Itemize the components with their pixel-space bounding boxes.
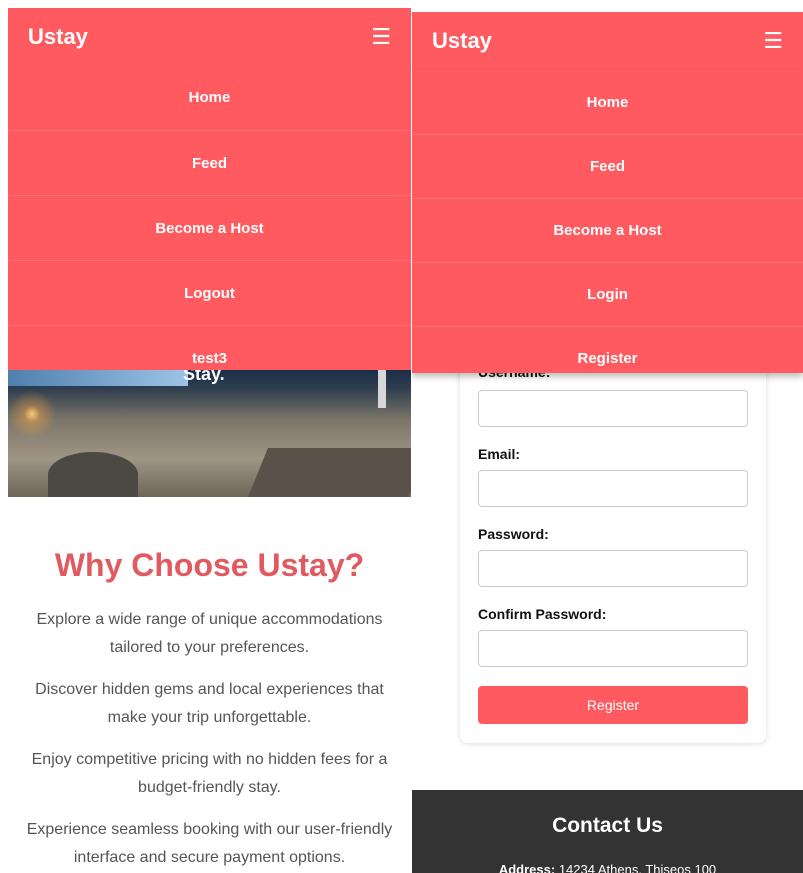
nav-menu: Home Feed Become a Host Logout test3 bbox=[8, 65, 411, 370]
why-title: Why Choose Ustay? bbox=[54, 547, 365, 583]
left-screen: Stay. Why Choose Ustay? Explore a wide r… bbox=[8, 0, 411, 873]
confirm-password-label: Confirm Password: bbox=[478, 606, 607, 622]
bush-graphic bbox=[48, 452, 138, 497]
nav-menu: Home Feed Become a Host Login Register bbox=[412, 70, 803, 373]
top-navbar: Ustay ☰ bbox=[412, 12, 803, 70]
garden-bed-graphic bbox=[248, 448, 411, 497]
address-label: Address: bbox=[498, 862, 556, 873]
username-input[interactable] bbox=[478, 390, 748, 427]
confirm-password-input[interactable] bbox=[478, 630, 748, 667]
why-point: Discover hidden gems and local experienc… bbox=[35, 681, 384, 726]
brand-logo[interactable]: Ustay bbox=[28, 24, 88, 50]
email-input[interactable] bbox=[478, 470, 748, 507]
why-point: Enjoy competitive pricing with no hidden… bbox=[31, 751, 388, 796]
nav-item-home[interactable]: Home bbox=[412, 70, 803, 134]
register-form: Username: Email: Password: Confirm Passw… bbox=[460, 352, 766, 743]
nav-item-feed[interactable]: Feed bbox=[8, 130, 411, 195]
nav-item-become-host[interactable]: Become a Host bbox=[8, 195, 411, 260]
password-input[interactable] bbox=[478, 550, 748, 587]
brand-logo[interactable]: Ustay bbox=[432, 28, 492, 54]
top-navbar: Ustay ☰ bbox=[8, 8, 411, 65]
nav-item-user[interactable]: test3 bbox=[8, 325, 411, 390]
nav-item-home[interactable]: Home bbox=[8, 65, 411, 130]
nav-item-register[interactable]: Register bbox=[412, 326, 803, 390]
hamburger-menu-icon[interactable]: ☰ bbox=[371, 25, 391, 48]
why-section: Why Choose Ustay? Explore a wide range o… bbox=[8, 497, 411, 873]
contact-address: Address: 14234 Athens, Thiseos 100 bbox=[412, 862, 803, 873]
right-screen: Username: Email: Password: Confirm Passw… bbox=[412, 0, 803, 873]
email-label: Email: bbox=[478, 446, 521, 462]
nav-item-feed[interactable]: Feed bbox=[412, 134, 803, 198]
register-button[interactable]: Register bbox=[478, 686, 748, 724]
hamburger-menu-icon[interactable]: ☰ bbox=[763, 30, 783, 52]
nav-item-logout[interactable]: Logout bbox=[8, 260, 411, 325]
password-label: Password: bbox=[478, 526, 549, 542]
nav-item-login[interactable]: Login bbox=[412, 262, 803, 326]
contact-title: Contact Us bbox=[552, 814, 663, 837]
contact-footer: Contact Us Address: 14234 Athens, Thiseo… bbox=[412, 790, 803, 873]
why-point: Explore a wide range of unique accommoda… bbox=[36, 611, 383, 656]
nav-item-become-host[interactable]: Become a Host bbox=[412, 198, 803, 262]
why-point: Experience seamless booking with our use… bbox=[26, 821, 393, 866]
address-value: 14234 Athens, Thiseos 100 bbox=[558, 862, 717, 873]
